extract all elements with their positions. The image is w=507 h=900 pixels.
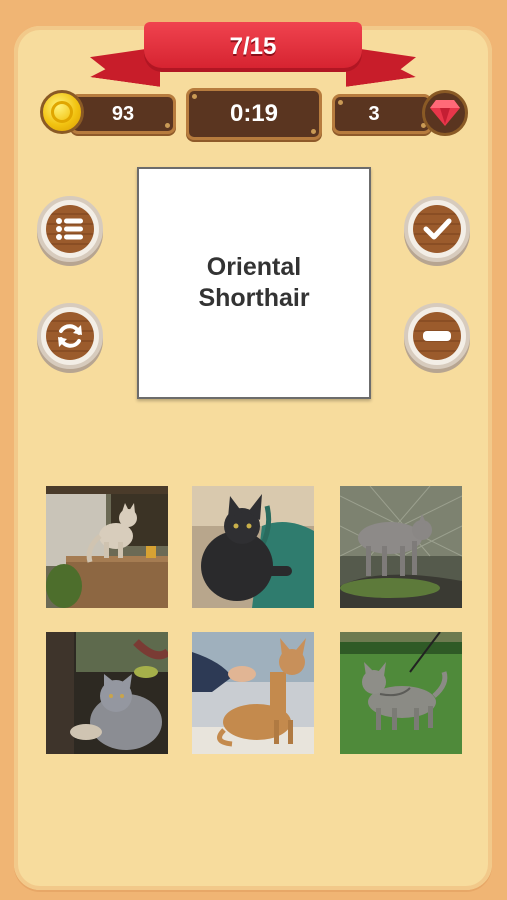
photo-cream-cat [46,486,168,608]
breed-name: Oriental Shorthair [198,253,310,312]
coin-counter: 93 [70,94,176,134]
photo-tile-2[interactable] [192,486,314,608]
check-button[interactable] [404,196,470,262]
gem-icon[interactable] [422,90,468,136]
photo-tile-6[interactable] [340,632,462,754]
gem-counter: 3 [332,94,432,134]
minus-button[interactable] [404,303,470,369]
ribbon-banner: 7/15 [144,22,362,72]
photo-ginger-cat [192,632,314,754]
check-icon [423,218,452,240]
photo-tile-4[interactable] [46,632,168,754]
game-panel [14,26,492,890]
timer-value: 0:19 [229,100,279,127]
gem-count: 3 [368,102,380,125]
photo-black-cat [192,486,314,608]
photo-tile-1[interactable] [46,486,168,608]
photo-gray-cat-fence [340,486,462,608]
photo-tile-3[interactable] [340,486,462,608]
photo-tabby-leash [340,632,462,754]
list-button[interactable] [37,196,103,262]
refresh-icon [58,324,82,348]
coin-count: 93 [111,102,135,125]
photo-gray-cat-garden [46,632,168,754]
progress-counter: 7/15 [229,33,277,60]
coin-icon [40,90,84,134]
list-icon [56,218,83,240]
timer: 0:19 [186,88,322,140]
photo-tile-5[interactable] [192,632,314,754]
word-card: Oriental Shorthair [137,167,371,399]
refresh-button[interactable] [37,303,103,369]
minus-icon [423,331,451,341]
progress-ribbon: 7/15 [90,22,416,86]
